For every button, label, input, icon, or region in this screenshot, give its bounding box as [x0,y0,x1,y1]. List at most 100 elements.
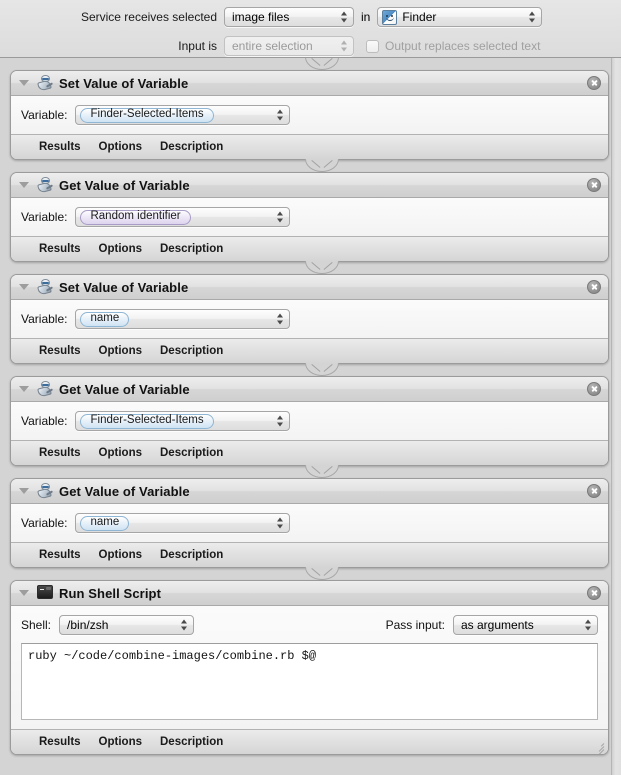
variable-row: Variable: Random identifier [21,207,598,227]
chevron-updown-icon [277,517,284,530]
results-tab[interactable]: Results [39,345,81,357]
action-footer: Results Options Description [11,729,608,754]
service-receives-label: Service receives selected [80,10,217,24]
automator-robot-icon [37,75,54,92]
connector-chevron-icon [313,160,331,170]
pass-input-select[interactable]: as arguments [453,615,598,635]
output-replaces-label: Output replaces selected text [385,39,541,53]
action-footer: Results Options Description [11,236,608,261]
chevron-updown-icon [277,415,284,428]
close-icon[interactable] [587,382,601,396]
description-tab[interactable]: Description [160,447,223,459]
action-block[interactable]: Set Value of Variable Variable: name Result… [10,274,609,364]
action-title: Get Value of Variable [59,177,190,193]
results-tab[interactable]: Results [39,549,81,561]
description-tab[interactable]: Description [160,549,223,561]
action-title-bar[interactable]: Get Value of Variable [11,173,608,198]
action-connector-4 [10,465,611,478]
shell-options-row: Shell: /bin/zsh Pass input: as arguments [21,615,598,635]
description-tab[interactable]: Description [160,243,223,255]
action-title-bar[interactable]: Set Value of Variable [11,71,608,96]
shell-select-group: Shell: /bin/zsh [21,615,195,635]
input-is-label: Input is [178,39,217,53]
results-tab[interactable]: Results [39,243,81,255]
action-title-bar[interactable]: Get Value of Variable [11,377,608,402]
connector-chevron-icon [313,466,331,476]
variable-select[interactable]: name [75,513,291,533]
description-tab[interactable]: Description [160,345,223,357]
terminal-icon [37,585,53,601]
options-tab[interactable]: Options [99,549,142,561]
disclosure-triangle-icon[interactable] [19,80,29,86]
description-tab[interactable]: Description [160,141,223,153]
output-replaces-checkbox-group[interactable]: Output replaces selected text [366,39,540,53]
variable-token: Finder-Selected-Items [80,413,214,429]
options-tab[interactable]: Options [99,447,142,459]
variable-token: name [80,311,130,327]
variable-select[interactable]: name [75,309,291,329]
action-block[interactable]: Get Value of Variable Variable: Random ide… [10,172,609,262]
action-block-run-shell-script[interactable]: Run Shell Script Shell: /bin/zsh Pass input… [10,580,609,755]
shell-select[interactable]: /bin/zsh [59,615,195,635]
disclosure-triangle-icon[interactable] [19,590,29,596]
action-footer: Results Options Description [11,134,608,159]
results-tab[interactable]: Results [39,736,81,748]
action-footer: Results Options Description [11,440,608,465]
results-tab[interactable]: Results [39,141,81,153]
chevron-updown-icon [585,619,592,632]
automator-robot-icon [37,177,54,194]
variable-label: Variable: [21,516,68,530]
action-block[interactable]: Get Value of Variable Variable: name Result… [10,478,609,568]
service-application-select[interactable]: Finder [377,7,543,27]
options-tab[interactable]: Options [99,141,142,153]
variable-select[interactable]: Finder-Selected-Items [75,411,291,431]
close-icon[interactable] [587,280,601,294]
action-connector-5 [10,567,611,580]
close-icon[interactable] [587,76,601,90]
close-icon[interactable] [587,586,601,600]
output-replaces-checkbox[interactable] [366,39,379,53]
shell-label: Shell: [21,618,52,632]
action-block[interactable]: Get Value of Variable Variable: Finder-Sel… [10,376,609,466]
disclosure-triangle-icon[interactable] [19,284,29,290]
vertical-scrollbar[interactable] [611,58,621,775]
action-connector-3 [10,363,611,376]
action-title: Run Shell Script [59,585,162,601]
disclosure-triangle-icon[interactable] [19,182,29,188]
automator-robot-icon [37,483,54,500]
pass-input-group: Pass input: as arguments [386,615,598,635]
action-block[interactable]: Set Value of Variable Variable: Finder-Sel… [10,70,609,160]
action-title-bar[interactable]: Get Value of Variable [11,479,608,504]
input-is-select[interactable]: entire selection [224,36,354,56]
variable-select[interactable]: Finder-Selected-Items [75,105,291,125]
options-tab[interactable]: Options [99,243,142,255]
action-stack: Set Value of Variable Variable: Finder-Sel… [10,58,611,755]
variable-label: Variable: [21,312,68,326]
variable-select[interactable]: Random identifier [75,207,291,227]
resize-grip[interactable] [593,740,605,754]
close-icon[interactable] [587,484,601,498]
variable-token: name [80,515,130,531]
action-title: Get Value of Variable [59,483,190,499]
script-editor[interactable]: ruby ~/code/combine-images/combine.rb $@ [21,643,598,720]
disclosure-triangle-icon[interactable] [19,488,29,494]
options-tab[interactable]: Options [99,736,142,748]
service-receives-row: Service receives selected image files in… [0,4,621,30]
options-tab[interactable]: Options [99,345,142,357]
connector-chevron-icon [313,568,331,578]
chevron-updown-icon [341,11,348,24]
action-title-bar[interactable]: Run Shell Script [11,581,608,606]
description-tab[interactable]: Description [160,736,223,748]
action-body: Variable: name [11,300,608,338]
disclosure-triangle-icon[interactable] [19,386,29,392]
action-title: Set Value of Variable [59,279,189,295]
results-tab[interactable]: Results [39,447,81,459]
chevron-updown-icon [341,40,348,53]
finder-icon [382,9,398,25]
action-title-bar[interactable]: Set Value of Variable [11,275,608,300]
service-receives-select[interactable]: image files [224,7,354,27]
pass-input-label: Pass input: [385,618,445,632]
close-icon[interactable] [587,178,601,192]
workflow-canvas: Set Value of Variable Variable: Finder-Sel… [0,58,621,775]
action-body: Variable: Random identifier [11,198,608,236]
